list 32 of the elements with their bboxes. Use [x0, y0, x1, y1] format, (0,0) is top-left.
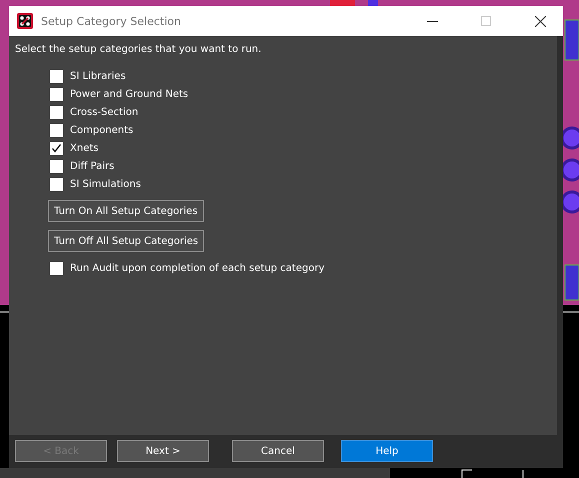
board-pad — [368, 0, 378, 6]
via-pad — [560, 190, 579, 214]
checkbox[interactable] — [50, 160, 63, 172]
footer-button[interactable]: Next > — [117, 440, 209, 462]
checkbox[interactable] — [50, 178, 63, 190]
board-trace — [462, 470, 524, 478]
window-title: Setup Category Selection — [41, 14, 182, 28]
footer-button[interactable]: Cancel — [232, 440, 324, 462]
checkbox-label: Xnets — [70, 142, 98, 154]
turn-on-all-button[interactable]: Turn On All Setup Categories — [48, 200, 204, 222]
instruction-text: Select the setup categories that you want to run. — [15, 44, 262, 55]
via-pad — [560, 158, 579, 182]
checkbox-label: Run Audit upon completion of each setup category — [70, 262, 325, 274]
minimize-icon[interactable] — [426, 20, 438, 22]
checkbox-label: Power and Ground Nets — [70, 88, 188, 100]
checkbox-label: Cross-Section — [70, 106, 138, 118]
checkbox[interactable] — [50, 106, 63, 118]
checkbox[interactable] — [50, 70, 63, 82]
checkbox[interactable] — [50, 142, 63, 154]
via-pad — [560, 126, 579, 150]
checkbox-label: SI Libraries — [70, 70, 126, 82]
board-pad — [330, 0, 355, 6]
checkbox-label: Components — [70, 124, 134, 136]
checkbox[interactable] — [50, 88, 63, 100]
close-icon[interactable] — [534, 16, 546, 26]
checkbox-label: Diff Pairs — [70, 160, 114, 172]
checkbox[interactable] — [50, 124, 63, 136]
turn-off-all-button[interactable]: Turn Off All Setup Categories — [48, 230, 204, 252]
checkbox-label: SI Simulations — [70, 178, 141, 190]
footer-button[interactable]: Help — [341, 440, 433, 462]
app-logo-icon — [17, 13, 33, 29]
checkbox[interactable] — [50, 262, 63, 274]
